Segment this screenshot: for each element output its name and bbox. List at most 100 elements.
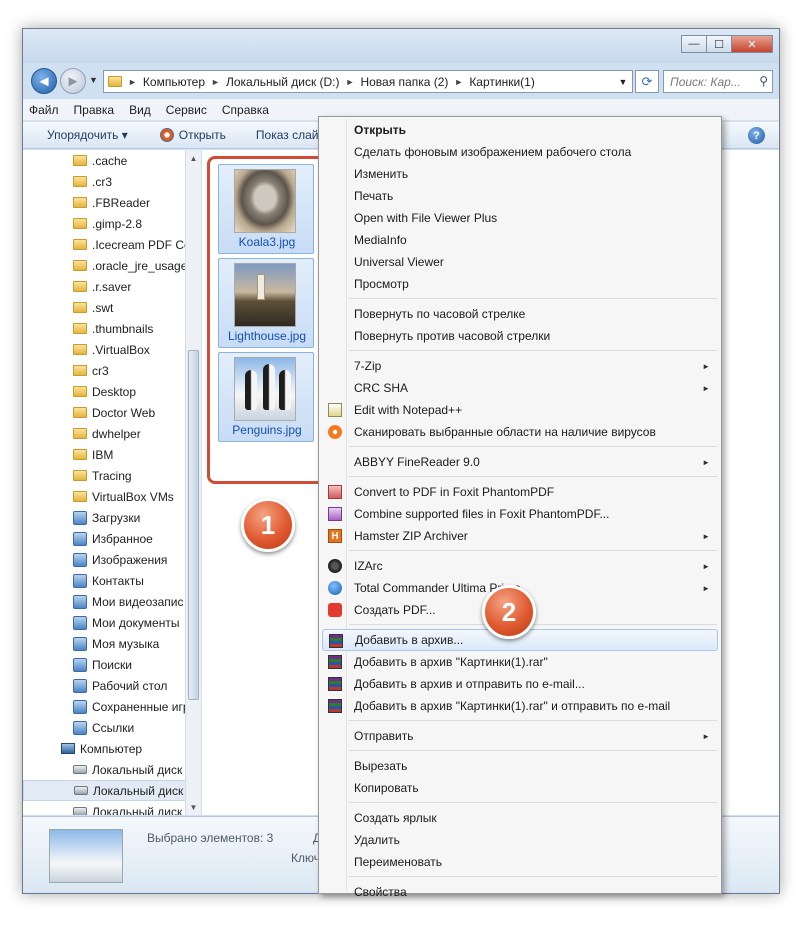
context-menu-item[interactable]: Добавить в архив "Картинки(1).rar" [322,651,718,673]
back-button[interactable]: ◄ [31,68,57,94]
context-menu-item[interactable]: Свойства [322,881,718,903]
context-menu-item[interactable]: IZArc ► [322,555,718,577]
context-menu-item[interactable]: Печать [322,185,718,207]
close-button[interactable]: ✕ [731,35,773,53]
nav-item[interactable]: .cr3 [23,171,186,192]
chevron-right-icon[interactable]: ► [454,77,463,87]
file-item-koala[interactable]: Koala3.jpg [218,164,314,254]
nav-item[interactable]: cr3 [23,360,186,381]
nav-item[interactable]: VirtualBox VMs [23,486,186,507]
menu-file[interactable]: Файл [29,103,59,117]
context-menu-item[interactable]: Удалить [322,829,718,851]
recent-pages-dropdown-icon[interactable]: ▼ [89,75,98,85]
nav-item[interactable]: dwhelper [23,423,186,444]
context-menu-item[interactable]: Добавить в архив и отправить по e-mail..… [322,673,718,695]
context-menu-item[interactable]: Добавить в архив "Картинки(1).rar" и отп… [322,695,718,717]
menu-item-label: Сделать фоновым изображением рабочего ст… [354,145,632,159]
file-item-lighthouse[interactable]: Lighthouse.jpg [218,258,314,348]
maximize-button[interactable]: ☐ [706,35,732,53]
context-menu-item[interactable]: Open with File Viewer Plus [322,207,718,229]
nav-item[interactable]: Локальный диск [23,801,186,815]
context-menu-item[interactable]: Создать ярлык [322,807,718,829]
breadcrumb-pictures[interactable]: Картинки(1) [469,75,535,89]
scroll-up-icon[interactable]: ▲ [186,150,201,166]
nav-item[interactable]: Tracing [23,465,186,486]
address-dropdown-icon[interactable]: ▼ [613,70,633,93]
forward-button[interactable]: ► [60,68,86,94]
context-menu-item[interactable]: Переименовать [322,851,718,873]
nav-item[interactable]: .Icecream PDF Co [23,234,186,255]
organize-button[interactable]: Упорядочить ▾ [47,128,128,142]
search-input[interactable]: Поиск: Кар... ⚲ [663,70,773,93]
nav-item[interactable]: .thumbnails [23,318,186,339]
context-menu-item[interactable]: Convert to PDF in Foxit PhantomPDF [322,481,718,503]
nav-item[interactable]: Мои видеозапис [23,591,186,612]
search-icon[interactable]: ⚲ [759,74,768,88]
slideshow-button[interactable]: Показ слай [256,128,319,142]
address-bar[interactable]: ► Компьютер ► Локальный диск (D:) ► Нова… [103,70,633,93]
nav-item[interactable]: Моя музыка [23,633,186,654]
nav-item[interactable]: Рабочий стол [23,675,186,696]
menu-item-label: Отправить [354,729,414,743]
breadcrumb-new-folder[interactable]: Новая папка (2) [360,75,448,89]
context-menu-item[interactable]: H Hamster ZIP Archiver ► [322,525,718,547]
nav-item[interactable]: Изображения [23,549,186,570]
context-menu-item[interactable]: ABBYY FineReader 9.0 ► [322,451,718,473]
nav-item[interactable]: Компьютер [23,738,186,759]
context-menu-item[interactable]: Edit with Notepad++ [322,399,718,421]
menu-tools[interactable]: Сервис [166,103,207,117]
chevron-right-icon[interactable]: ► [211,77,220,87]
menu-item-label: CRC SHA [354,381,409,395]
context-menu-item[interactable]: 7-Zip ► [322,355,718,377]
context-menu-item[interactable]: Отправить ► [322,725,718,747]
nav-item[interactable]: Контакты [23,570,186,591]
nav-item[interactable]: .VirtualBox [23,339,186,360]
context-menu-item[interactable]: Повернуть по часовой стрелке [322,303,718,325]
nav-item[interactable]: Локальный диск [23,759,186,780]
minimize-button[interactable]: — [681,35,707,53]
nav-item[interactable]: Поиски [23,654,186,675]
nav-item[interactable]: .gimp-2.8 [23,213,186,234]
open-button[interactable]: Открыть [159,128,226,142]
context-menu-item[interactable]: Изменить [322,163,718,185]
context-menu-item[interactable]: Копировать [322,777,718,799]
nav-item[interactable]: .swt [23,297,186,318]
context-menu-item[interactable]: MediaInfo [322,229,718,251]
context-menu-item[interactable]: CRC SHA ► [322,377,718,399]
nav-item[interactable]: IBM [23,444,186,465]
folder-icon [108,76,122,87]
context-menu-item[interactable]: Сканировать выбранные области на наличие… [322,421,718,443]
context-menu-item[interactable]: Universal Viewer [322,251,718,273]
help-icon[interactable]: ? [748,127,765,144]
context-menu-item[interactable]: Combine supported files in Foxit Phantom… [322,503,718,525]
breadcrumb-computer[interactable]: Компьютер [143,75,205,89]
nav-item[interactable]: .FBReader [23,192,186,213]
nav-item[interactable]: .oracle_jre_usage [23,255,186,276]
nav-item[interactable]: Сохраненные игр [23,696,186,717]
scroll-down-icon[interactable]: ▼ [186,799,201,815]
refresh-button[interactable]: ⟳ [635,70,659,93]
scrollbar-thumb[interactable] [188,350,199,700]
nav-item[interactable]: Локальный диск [23,780,186,801]
nav-item[interactable]: Doctor Web [23,402,186,423]
context-menu-item[interactable]: Открыть [322,119,718,141]
nav-item[interactable]: Ссылки [23,717,186,738]
breadcrumb-disk-d[interactable]: Локальный диск (D:) [226,75,340,89]
nav-item[interactable]: .cache [23,150,186,171]
nav-item[interactable]: Мои документы [23,612,186,633]
chevron-right-icon[interactable]: ► [346,77,355,87]
menu-view[interactable]: Вид [129,103,151,117]
chevron-right-icon[interactable]: ► [128,77,137,87]
context-menu-item[interactable]: Вырезать [322,755,718,777]
context-menu-item[interactable]: Повернуть против часовой стрелки [322,325,718,347]
context-menu-item[interactable]: Сделать фоновым изображением рабочего ст… [322,141,718,163]
navigation-scrollbar[interactable]: ▲ ▼ [185,150,201,815]
nav-item[interactable]: .r.saver [23,276,186,297]
context-menu-item[interactable]: Просмотр [322,273,718,295]
menu-edit[interactable]: Правка [74,103,115,117]
nav-item[interactable]: Desktop [23,381,186,402]
nav-item[interactable]: Загрузки [23,507,186,528]
file-item-penguins[interactable]: Penguins.jpg [218,352,314,442]
menu-help[interactable]: Справка [222,103,269,117]
nav-item[interactable]: Избранное [23,528,186,549]
